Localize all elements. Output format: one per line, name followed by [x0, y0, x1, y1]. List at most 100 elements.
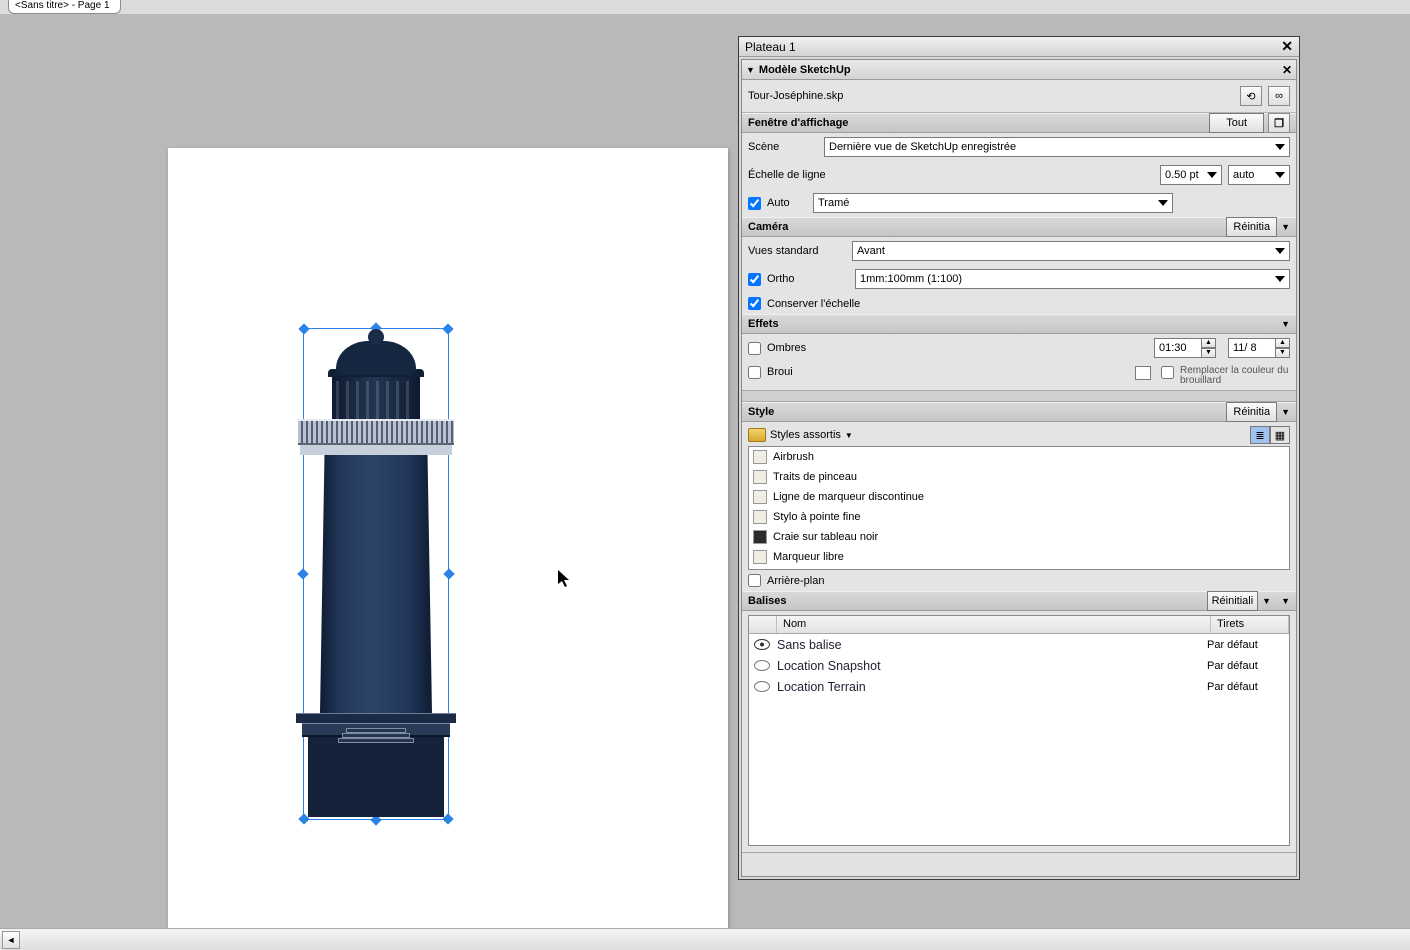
fog-checkbox[interactable]: [748, 366, 761, 379]
document-tab[interactable]: <Sans titre> - Page 1: [8, 0, 121, 14]
tag-dash[interactable]: Par défaut: [1207, 660, 1285, 672]
line-scale-label: Échelle de ligne: [748, 169, 846, 181]
style-item[interactable]: Craie sur tableau noir: [749, 527, 1289, 547]
relink-button[interactable]: ⟲: [1240, 86, 1262, 106]
viewport-section-title: Fenêtre d'affichage: [748, 117, 848, 129]
tag-row[interactable]: Location Snapshot Par défaut: [749, 655, 1289, 676]
tag-dash[interactable]: Par défaut: [1207, 639, 1285, 651]
model-section-close-icon[interactable]: ✕: [1282, 63, 1292, 77]
resize-handle-w[interactable]: [297, 568, 308, 579]
viewport-all-button[interactable]: Tout: [1209, 113, 1264, 133]
unlink-button[interactable]: ∞: [1268, 86, 1290, 106]
effects-collapse-icon[interactable]: ▼: [1281, 319, 1290, 329]
spin-down-icon[interactable]: ▼: [1276, 348, 1290, 358]
grid-view-icon[interactable]: ▦: [1270, 426, 1290, 444]
style-item[interactable]: Ligne de marqueur discontinue: [749, 487, 1289, 507]
style-list[interactable]: Airbrush Traits de pinceau Ligne de marq…: [748, 446, 1290, 570]
camera-collapse-icon[interactable]: ▼: [1281, 222, 1290, 232]
fog-override-checkbox[interactable]: [1161, 366, 1174, 379]
ortho-scale-select[interactable]: 1mm:100mm (1:100): [855, 269, 1290, 289]
camera-section-header[interactable]: Caméra Réinitia ▼: [742, 217, 1296, 237]
style-collection-dropdown-icon[interactable]: ▼: [845, 431, 853, 440]
tags-section-title: Balises: [748, 595, 787, 607]
resize-handle-se[interactable]: [442, 813, 453, 824]
style-reset-button[interactable]: Réinitia: [1226, 402, 1277, 422]
scene-label: Scène: [748, 141, 818, 153]
folder-icon[interactable]: [748, 428, 766, 442]
preserve-scale-label: Conserver l'échelle: [767, 298, 860, 310]
visibility-icon[interactable]: [753, 660, 771, 672]
tag-dash[interactable]: Par défaut: [1207, 681, 1285, 693]
scroll-left-icon[interactable]: ◄: [2, 931, 20, 949]
std-views-label: Vues standard: [748, 245, 846, 257]
viewport-section-header[interactable]: Fenêtre d'affichage Tout ❐: [742, 113, 1296, 133]
camera-reset-button[interactable]: Réinitia: [1226, 217, 1277, 237]
style-item[interactable]: Traits de pinceau: [749, 467, 1289, 487]
style-collection[interactable]: Styles assortis: [770, 429, 841, 441]
line-scale-mode-select[interactable]: auto: [1228, 165, 1290, 185]
tags-section-header[interactable]: Balises Réinitiali ▼ ▼: [742, 591, 1296, 611]
list-view-icon[interactable]: ≣: [1250, 426, 1270, 444]
background-label: Arrière-plan: [767, 575, 824, 587]
shadows-time-spinner[interactable]: ▲▼: [1154, 338, 1216, 358]
tag-name: Location Terrain: [771, 680, 1207, 694]
model-section-title: Modèle SketchUp: [759, 64, 851, 76]
auto-label: Auto: [767, 197, 807, 209]
line-scale-value-select[interactable]: 0.50 pt: [1160, 165, 1222, 185]
selection-bounds[interactable]: [303, 328, 449, 820]
render-mode-select[interactable]: Tramé: [813, 193, 1173, 213]
tags-col-dash[interactable]: Tirets: [1211, 616, 1289, 633]
tray-panel[interactable]: Plateau 1 ✕ ▼ Modèle SketchUp ✕ Tour-Jos…: [738, 36, 1300, 880]
viewport-content-lighthouse: [308, 351, 444, 817]
style-section-header[interactable]: Style Réinitia ▼: [742, 402, 1296, 422]
effects-section-header[interactable]: Effets ▼: [742, 314, 1296, 334]
ortho-label: Ortho: [767, 273, 849, 285]
tag-name: Location Snapshot: [771, 659, 1207, 673]
tag-name: Sans balise: [771, 638, 1207, 652]
model-section-header[interactable]: ▼ Modèle SketchUp ✕: [742, 60, 1296, 80]
spin-up-icon[interactable]: ▲: [1202, 338, 1216, 348]
style-item[interactable]: Marqueur libre: [749, 547, 1289, 567]
document-tabbar: <Sans titre> - Page 1: [0, 0, 1410, 14]
tags-collapse-icon[interactable]: ▼: [1281, 596, 1290, 606]
ortho-checkbox[interactable]: [748, 273, 761, 286]
effects-section-title: Effets: [748, 318, 779, 330]
visibility-icon[interactable]: [753, 639, 771, 651]
style-item[interactable]: Stylo à pointe fine: [749, 507, 1289, 527]
collapse-icon: ▼: [746, 65, 755, 75]
fog-color-swatch[interactable]: [1135, 366, 1151, 380]
model-filename: Tour-Joséphine.skp: [748, 90, 1234, 102]
resize-handle-ne[interactable]: [442, 323, 453, 334]
visibility-icon[interactable]: [753, 681, 771, 693]
auto-checkbox[interactable]: [748, 197, 761, 210]
tags-menu-icon[interactable]: ▼: [1262, 596, 1271, 606]
horizontal-scrollbar[interactable]: ◄: [0, 928, 1410, 950]
spin-down-icon[interactable]: ▼: [1202, 348, 1216, 358]
tag-row[interactable]: Sans balise Par défaut: [749, 634, 1289, 655]
style-item[interactable]: Airbrush: [749, 447, 1289, 467]
background-checkbox[interactable]: [748, 574, 761, 587]
std-views-select[interactable]: Avant: [852, 241, 1290, 261]
shadows-date-spinner[interactable]: ▲▼: [1228, 338, 1290, 358]
style-collapse-icon[interactable]: ▼: [1281, 407, 1290, 417]
shadows-label: Ombres: [767, 342, 847, 354]
tag-row[interactable]: Location Terrain Par défaut: [749, 676, 1289, 697]
viewport-copy-icon[interactable]: ❐: [1268, 113, 1290, 133]
tray-close-icon[interactable]: ✕: [1281, 38, 1293, 55]
scene-select[interactable]: Dernière vue de SketchUp enregistrée: [824, 137, 1290, 157]
tags-col-name[interactable]: Nom: [777, 616, 1211, 633]
tags-table-header: Nom Tirets: [749, 616, 1289, 634]
shadows-checkbox[interactable]: [748, 342, 761, 355]
camera-section-title: Caméra: [748, 221, 788, 233]
shadows-date-input[interactable]: [1228, 338, 1276, 358]
page-canvas[interactable]: [168, 148, 728, 928]
shadows-time-input[interactable]: [1154, 338, 1202, 358]
tags-table[interactable]: Nom Tirets Sans balise Par défaut Locati…: [748, 615, 1290, 846]
tags-reset-button[interactable]: Réinitiali: [1207, 591, 1259, 611]
resize-handle-e[interactable]: [443, 568, 454, 579]
fog-label: Broui: [767, 366, 847, 378]
tray-titlebar[interactable]: Plateau 1 ✕: [739, 37, 1299, 57]
resize-handle-nw[interactable]: [298, 323, 309, 334]
preserve-scale-checkbox[interactable]: [748, 297, 761, 310]
spin-up-icon[interactable]: ▲: [1276, 338, 1290, 348]
